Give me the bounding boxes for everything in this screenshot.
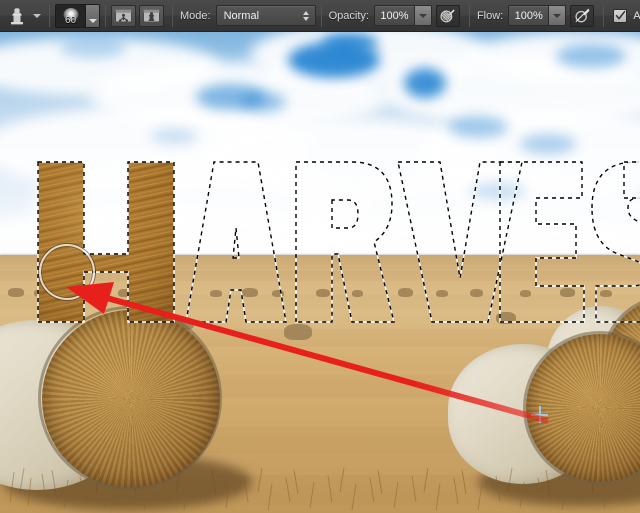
brush-panel-button[interactable] (139, 4, 164, 27)
brush-preview[interactable]: 60 (55, 3, 85, 28)
opacity-dropdown-button[interactable] (413, 5, 432, 26)
flow-label: Flow: (476, 9, 504, 22)
chevron-down-icon (88, 18, 97, 23)
brush-picker-button[interactable] (85, 3, 100, 28)
toolbar-divider-3 (172, 4, 173, 27)
flow-control: 100% (508, 5, 567, 26)
photoshop-clone-stamp-screen: 60 Mode: Normal Opacity: 100% Flow: 100%… (0, 0, 640, 513)
aligned-label: Aligned (633, 9, 640, 22)
mode-label: Mode: (180, 9, 211, 22)
toolbar-divider-2 (105, 4, 106, 27)
aligned-checkbox[interactable]: Aligned (613, 8, 640, 23)
blend-mode-select[interactable]: Normal (215, 5, 316, 26)
checkmark-icon (615, 10, 625, 20)
toolbar-divider-1 (49, 4, 50, 27)
toolbar-divider-6 (603, 4, 605, 27)
stubble-foreground (9, 467, 625, 511)
chevron-down-icon (553, 13, 562, 18)
clone-stamp-icon[interactable] (4, 4, 30, 28)
brush-size-label: 60 (64, 14, 77, 26)
opacity-control: 100% (373, 5, 432, 26)
blend-mode-value: Normal (223, 9, 260, 22)
toolbar-divider-4 (320, 4, 322, 27)
flow-input[interactable]: 100% (508, 5, 549, 26)
aligned-checkbox-box (613, 8, 628, 23)
harvest-field-photograph (0, 32, 640, 513)
chevron-down-icon (418, 13, 427, 18)
toolbar-divider-5 (468, 4, 470, 27)
tool-preset-chevron-down-icon[interactable] (30, 4, 44, 28)
chevron-down-icon (33, 13, 41, 18)
updown-spinner-icon (301, 8, 312, 24)
pressure-opacity-button[interactable] (570, 4, 595, 27)
opacity-label: Opacity: (328, 9, 369, 22)
document-canvas[interactable] (0, 32, 640, 513)
clone-source-panel-button[interactable] (111, 4, 136, 27)
flow-dropdown-button[interactable] (548, 5, 567, 26)
options-bar: 60 Mode: Normal Opacity: 100% Flow: 100%… (0, 0, 640, 32)
opacity-input[interactable]: 100% (373, 5, 414, 26)
airbrush-button[interactable] (435, 4, 460, 27)
